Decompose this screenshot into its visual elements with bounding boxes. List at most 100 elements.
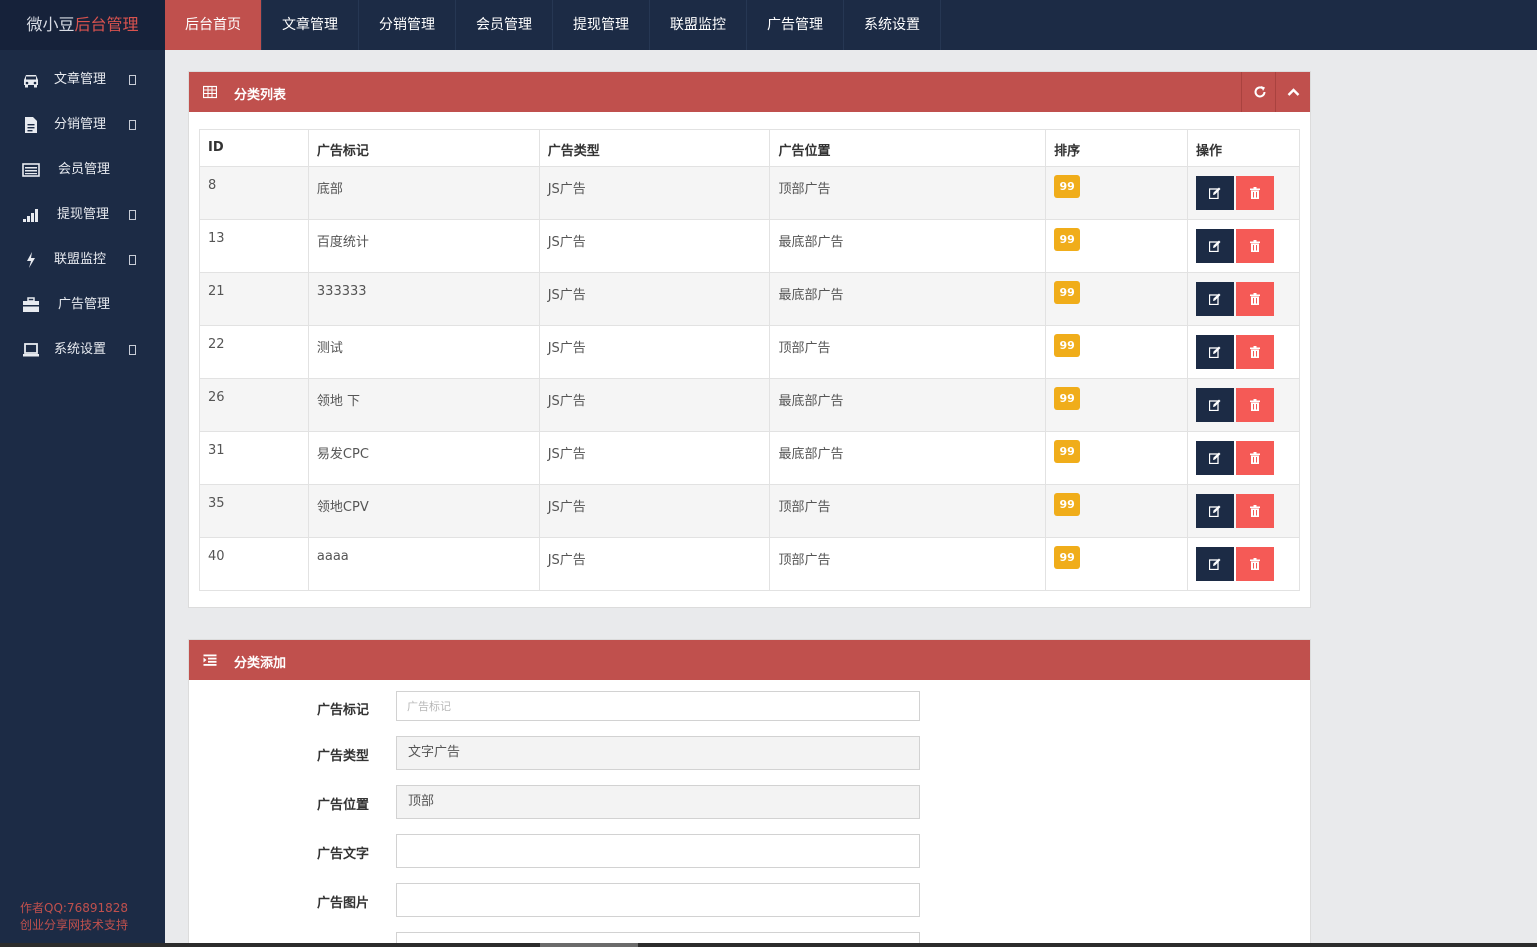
top-nav-members[interactable]: 会员管理 xyxy=(456,0,553,50)
edit-icon xyxy=(1209,346,1221,358)
column-header-id: ID xyxy=(199,129,309,167)
delete-button[interactable] xyxy=(1236,388,1275,422)
mark-input[interactable] xyxy=(396,691,920,721)
ad-image-input[interactable] xyxy=(396,883,920,917)
position-select[interactable]: 顶部 xyxy=(396,785,920,819)
support-text: 创业分享网技术支持 xyxy=(20,918,129,932)
cell-position: 最底部广告 xyxy=(769,431,1047,485)
sidebar-item-label: 广告管理 xyxy=(58,297,111,312)
sort-badge: 99 xyxy=(1054,493,1081,516)
cell-mark: 领地 下 xyxy=(307,378,540,432)
chevron-right-icon xyxy=(129,345,136,355)
sort-badge: 99 xyxy=(1054,387,1081,410)
sort-badge: 99 xyxy=(1054,546,1081,569)
delete-button[interactable] xyxy=(1236,335,1275,369)
mark-label: 广告标记 xyxy=(316,703,369,718)
chevron-right-icon xyxy=(129,75,136,85)
edit-icon xyxy=(1209,558,1221,570)
collapse-button[interactable] xyxy=(1275,72,1309,112)
edit-button[interactable] xyxy=(1196,229,1235,263)
edit-icon xyxy=(1209,399,1221,411)
text-label: 广告文字 xyxy=(316,847,369,862)
edit-button[interactable] xyxy=(1196,547,1235,581)
table-row: 26 领地 下 JS广告 最底部广告 99 xyxy=(199,378,1300,432)
trash-icon xyxy=(1250,452,1261,464)
table-row: 35 领地CPV JS广告 顶部广告 99 xyxy=(199,484,1300,538)
cell-actions xyxy=(1187,431,1300,485)
scrollbar-thumb[interactable] xyxy=(540,943,638,947)
sort-badge: 99 xyxy=(1054,281,1081,304)
form-row-image: 广告图片 xyxy=(189,883,1310,917)
edit-button[interactable] xyxy=(1196,494,1235,528)
sidebar-item-ads[interactable]: 广告管理 xyxy=(0,283,165,328)
sidebar-item-distribution[interactable]: 分销管理 xyxy=(0,103,165,148)
form-row-position: 广告位置 顶部 xyxy=(189,785,1310,819)
cell-position: 顶部广告 xyxy=(769,325,1047,379)
delete-button[interactable] xyxy=(1236,282,1275,316)
brand-logo[interactable]: 微小豆后台管理 xyxy=(0,0,165,50)
sidebar-item-settings[interactable]: 系统设置 xyxy=(0,328,165,373)
delete-button[interactable] xyxy=(1236,229,1275,263)
horizontal-scrollbar[interactable] xyxy=(0,943,1537,947)
sidebar-item-articles[interactable]: 文章管理 xyxy=(0,58,165,103)
cell-mark: 333333 xyxy=(307,272,540,326)
brand-suffix: 后台管理 xyxy=(74,15,139,34)
brand-name: 微小豆 xyxy=(26,15,75,34)
signal-icon xyxy=(23,209,38,222)
sidebar-item-alliance[interactable]: 联盟监控 xyxy=(0,238,165,283)
edit-button[interactable] xyxy=(1196,176,1235,210)
chevron-right-icon xyxy=(129,255,136,265)
cell-id: 35 xyxy=(199,484,309,538)
cell-actions xyxy=(1187,484,1300,538)
edit-button[interactable] xyxy=(1196,388,1235,422)
cell-mark: 易发CPC xyxy=(307,431,540,485)
sort-badge: 99 xyxy=(1054,228,1081,251)
category-add-panel: 分类添加 广告标记 广告类型 文字广告 广告位置 顶部 广告文字 广告图片 xyxy=(188,639,1311,947)
delete-button[interactable] xyxy=(1236,494,1275,528)
cell-mark: aaaa xyxy=(307,537,540,591)
edit-icon xyxy=(1209,505,1221,517)
image-label: 广告图片 xyxy=(316,896,369,911)
panel-title: 分类列表 xyxy=(234,88,287,103)
edit-button[interactable] xyxy=(1196,441,1235,475)
delete-button[interactable] xyxy=(1236,547,1275,581)
delete-button[interactable] xyxy=(1236,441,1275,475)
cell-position: 顶部广告 xyxy=(769,166,1047,220)
delete-button[interactable] xyxy=(1236,176,1275,210)
table-body: 8 底部 JS广告 顶部广告 99 13 百度统计 JS广告 最底部广告 99 21 333333 JS… xyxy=(199,166,1300,591)
top-nav-articles[interactable]: 文章管理 xyxy=(262,0,359,50)
type-select[interactable]: 文字广告 xyxy=(396,736,920,770)
column-header-type: 广告类型 xyxy=(538,129,771,167)
trash-icon xyxy=(1250,240,1261,252)
cell-sort: 99 xyxy=(1045,166,1189,220)
trash-icon xyxy=(1250,505,1261,517)
sidebar-item-withdraw[interactable]: 提现管理 xyxy=(0,193,165,238)
top-navbar: 微小豆后台管理 后台首页 文章管理 分销管理 会员管理 提现管理 联盟监控 广告… xyxy=(0,0,1537,50)
category-table: ID 广告标记 广告类型 广告位置 排序 操作 8 底部 JS广告 顶部广告 99 13 百… xyxy=(199,129,1300,591)
edit-button[interactable] xyxy=(1196,335,1235,369)
cell-id: 26 xyxy=(199,378,309,432)
sidebar-item-members[interactable]: 会员管理 xyxy=(0,148,165,193)
cell-position: 最底部广告 xyxy=(769,378,1047,432)
cell-actions xyxy=(1187,166,1300,220)
top-nav-home[interactable]: 后台首页 xyxy=(165,0,262,50)
table-header-row: ID 广告标记 广告类型 广告位置 排序 操作 xyxy=(199,129,1300,167)
cell-type: JS广告 xyxy=(538,325,771,379)
type-label: 广告类型 xyxy=(316,749,369,764)
top-nav-settings[interactable]: 系统设置 xyxy=(844,0,941,50)
cell-id: 13 xyxy=(199,219,309,273)
top-nav-distribution[interactable]: 分销管理 xyxy=(359,0,456,50)
refresh-button[interactable] xyxy=(1241,72,1275,112)
cell-id: 8 xyxy=(199,166,309,220)
top-nav-alliance[interactable]: 联盟监控 xyxy=(650,0,747,50)
cell-sort: 99 xyxy=(1045,537,1189,591)
cell-id: 31 xyxy=(199,431,309,485)
top-nav-withdraw[interactable]: 提现管理 xyxy=(553,0,650,50)
trash-icon xyxy=(1250,187,1261,199)
sidebar-item-label: 系统设置 xyxy=(54,342,107,357)
ad-text-input[interactable] xyxy=(396,834,920,868)
sidebar-item-label: 联盟监控 xyxy=(54,252,107,267)
column-header-mark: 广告标记 xyxy=(307,129,540,167)
edit-button[interactable] xyxy=(1196,282,1235,316)
top-nav-ads[interactable]: 广告管理 xyxy=(747,0,844,50)
